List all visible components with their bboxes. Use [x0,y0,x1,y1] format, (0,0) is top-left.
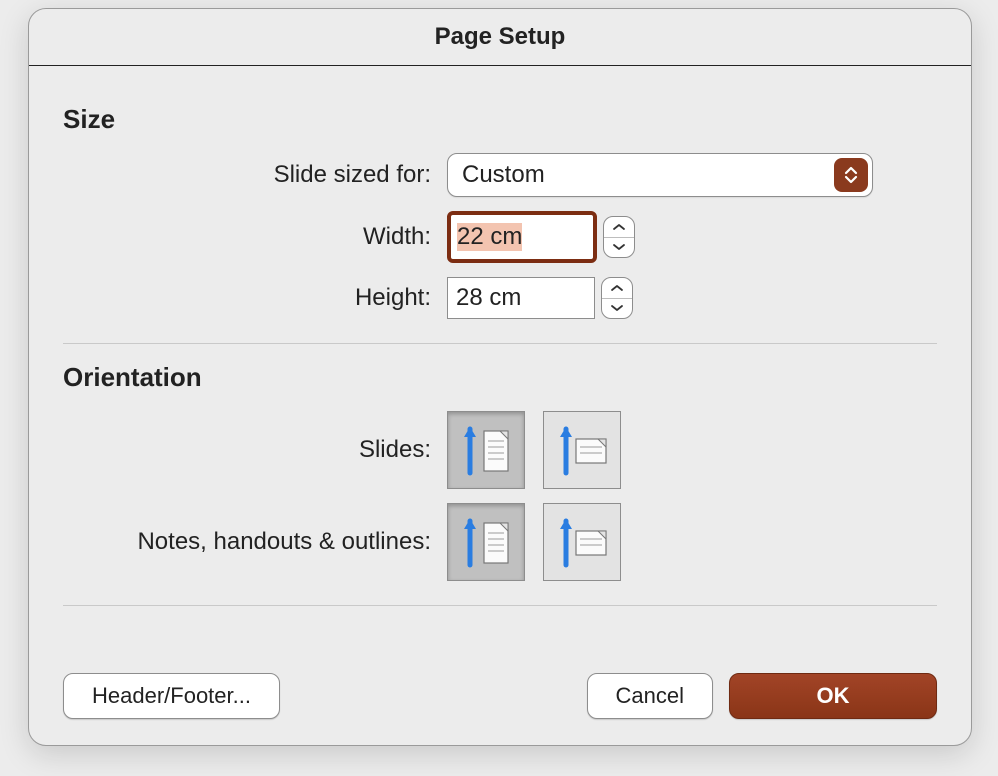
notes-orientation-label: Notes, handouts & outlines: [63,528,447,556]
ok-label: OK [817,683,850,709]
slides-orientation-label: Slides: [63,436,447,464]
divider-2 [63,605,937,606]
height-input[interactable]: 28 cm [447,277,595,319]
width-stepper[interactable] [603,216,635,258]
notes-orientation-row: Notes, handouts & outlines: [63,503,937,581]
width-row: Width: 22 cm [63,211,937,263]
width-input[interactable]: 22 cm [447,211,597,263]
height-value: 28 cm [456,284,521,312]
slides-portrait-button[interactable] [447,411,525,489]
header-footer-button[interactable]: Header/Footer... [63,673,280,719]
notes-portrait-button[interactable] [447,503,525,581]
height-label: Height: [63,284,447,312]
slide-sized-for-value: Custom [462,161,545,189]
slides-orientation-row: Slides: [63,411,937,489]
height-step-up[interactable] [602,278,632,298]
width-step-up[interactable] [604,217,634,237]
cancel-label: Cancel [616,683,684,709]
height-row: Height: 28 cm [63,277,937,319]
height-stepper[interactable] [601,277,633,319]
slide-sized-for-row: Slide sized for: Custom [63,153,937,197]
width-label: Width: [63,223,447,251]
width-value: 22 cm [457,223,522,251]
cancel-button[interactable]: Cancel [587,673,713,719]
slides-landscape-button[interactable] [543,411,621,489]
portrait-orientation-icon [460,515,512,569]
orientation-section-title: Orientation [63,362,937,393]
ok-button[interactable]: OK [729,673,937,719]
landscape-orientation-icon [556,423,608,477]
header-footer-label: Header/Footer... [92,683,251,709]
landscape-orientation-icon [556,515,608,569]
dialog-titlebar: Page Setup [29,9,971,66]
dialog-content: Size Slide sized for: Custom Width: 22 c… [29,66,971,606]
size-section-title: Size [63,104,937,135]
portrait-orientation-icon [460,423,512,477]
slide-sized-for-select[interactable]: Custom [447,153,873,197]
dialog-footer: Header/Footer... Cancel OK [63,673,937,719]
notes-landscape-button[interactable] [543,503,621,581]
slide-sized-for-label: Slide sized for: [63,161,447,189]
width-step-down[interactable] [604,237,634,258]
divider-1 [63,343,937,344]
select-arrows-icon[interactable] [834,158,868,192]
height-step-down[interactable] [602,298,632,319]
dialog-title: Page Setup [435,23,566,51]
page-setup-dialog: Page Setup Size Slide sized for: Custom … [28,8,972,746]
